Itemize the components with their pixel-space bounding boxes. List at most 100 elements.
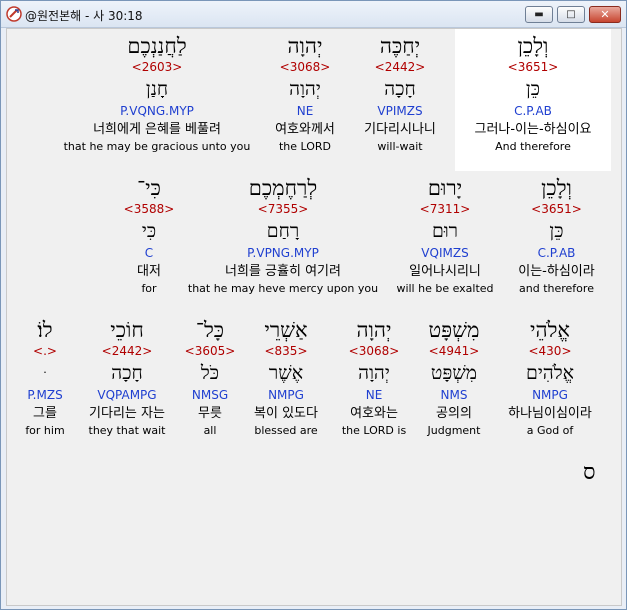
korean-gloss: 그를 (33, 406, 57, 421)
hebrew-word: לְרַחֶמְכֶם (248, 176, 318, 200)
strong-number[interactable]: <4941> (419, 343, 489, 361)
close-button[interactable]: ✕ (589, 6, 621, 23)
title-bar[interactable]: @원전본해 - 사 30:18 ▬ □ ✕ (1, 1, 626, 28)
word-cell[interactable]: כָּל־ <3605> כֹּל NMSG 무릇 all (181, 317, 239, 439)
lemma-word: כֹּל (200, 362, 220, 384)
lemma-word: כִּי (141, 220, 157, 242)
hebrew-word: לַחֲנַנְכֶם (127, 34, 187, 58)
korean-gloss: 너희를 긍휼히 여기려 (225, 264, 341, 279)
word-cell[interactable]: יְחַכֶּה <2442> חָכָה VPIMZS 기다리시나니 will… (351, 33, 449, 155)
english-gloss: for (141, 282, 157, 295)
strong-number[interactable]: <3068> (333, 343, 415, 361)
word-cell[interactable]: יְהוָה <3068> יְהוָה NE 여호와는 the LORD is (333, 317, 415, 439)
minimize-icon: ▬ (534, 9, 544, 20)
parsing-code: C.P.AB (537, 246, 576, 260)
korean-gloss: 무릇 (198, 406, 222, 421)
korean-gloss: 일어나시리니 (409, 264, 481, 279)
word-cell-selected[interactable]: וְלָכֵן <3651> כֵּן C.P.AB 그러나-이는-하심이요 A… (455, 29, 611, 171)
korean-gloss: 여호와께서 (275, 122, 335, 137)
parsing-code: P.VQNG.MYP (120, 104, 194, 118)
english-gloss: will he be exalted (396, 282, 494, 295)
hebrew-word: כָּל־ (195, 318, 225, 342)
english-gloss: Judgment (427, 424, 481, 437)
strong-number[interactable]: <430> (493, 343, 607, 361)
parsing-code: NMS (440, 388, 468, 402)
parsing-code: C (144, 246, 154, 260)
english-gloss: will-wait (377, 140, 423, 153)
strong-number[interactable]: <3651> (504, 201, 609, 219)
lemma-word: ּ (19, 361, 71, 387)
english-gloss: blessed are (254, 424, 318, 437)
strong-number[interactable]: <.> (19, 343, 71, 361)
word-cell[interactable]: אַשְׁרֵי <835> אֶשֶׁר NMPG 복이 있도다 blesse… (243, 317, 329, 439)
lemma-word: חָכָה (111, 362, 143, 384)
english-gloss: And therefore (495, 140, 571, 153)
strong-number[interactable]: <2442> (77, 343, 177, 361)
parsing-code: C.P.AB (514, 104, 552, 118)
hebrew-word: יְהוָה (356, 318, 392, 342)
app-window: @원전본해 - 사 30:18 ▬ □ ✕ לַחֲנַנְכֶם <2603>… (0, 0, 627, 610)
hebrew-word: יָרוּם (427, 176, 463, 200)
strong-number[interactable]: <7355> (183, 201, 383, 219)
hebrew-word: מִשְׁפָּט (428, 318, 480, 342)
strong-number[interactable]: <2442> (351, 59, 449, 77)
english-gloss: the LORD (278, 140, 332, 153)
parsing-code: NMPG (268, 388, 304, 402)
word-cell[interactable]: חוֹכֵי <2442> חָכָה VQPAMPG 기다리는 자는 they… (77, 317, 177, 439)
english-gloss: a God of (526, 424, 574, 437)
strong-number[interactable]: <3651> (455, 59, 611, 77)
parsing-code: VPIMZS (377, 104, 423, 118)
english-gloss: and therefore (519, 282, 594, 295)
word-cell[interactable]: יְהוָה <3068> יְהוָה NE 여호와께서 the LORD (265, 33, 345, 155)
parsing-code: NMPG (532, 388, 568, 402)
strong-number[interactable]: <3068> (265, 59, 345, 77)
word-cell[interactable]: מִשְׁפָּט <4941> מִשְׁפָּט NMS 공의의 Judgm… (419, 317, 489, 439)
parsing-code: NE (296, 104, 314, 118)
hebrew-word: וְלָכֵן (541, 176, 572, 200)
hebrew-word: וְלָכֵן (517, 34, 549, 58)
lemma-word: רוּם (431, 220, 459, 242)
maximize-button[interactable]: □ (557, 6, 585, 23)
korean-gloss: 기다리시나니 (364, 122, 436, 137)
parsing-code: P.MZS (27, 388, 63, 402)
lemma-word: חָכָה (384, 78, 416, 100)
parsing-code: VQPAMPG (97, 388, 157, 402)
lemma-word: יְהוָה (358, 362, 390, 384)
lemma-word: חָנַן (145, 78, 169, 100)
strong-number[interactable]: <835> (243, 343, 329, 361)
strong-number[interactable]: <3605> (181, 343, 239, 361)
hebrew-word: כִּי־ (137, 176, 161, 200)
english-gloss: they that wait (88, 424, 166, 437)
word-cell[interactable]: לַחֲנַנְכֶם <2603> חָנַן P.VQNG.MYP 너희에게… (57, 33, 257, 155)
word-cell[interactable]: לְרַחֶמְכֶם <7355> רָחַם P.VPNG.MYP 너희를 … (183, 175, 383, 297)
parsing-code: NMSG (191, 388, 229, 402)
korean-gloss: 공의의 (436, 406, 472, 421)
word-cell[interactable]: וְלָכֵן <3651> כֵּן C.P.AB 이는-하심이라 and t… (504, 175, 609, 297)
english-gloss: the LORD is (341, 424, 407, 437)
english-gloss: that he may heve mercy upon you (187, 282, 379, 295)
parsing-code: P.VPNG.MYP (247, 246, 319, 260)
interlinear-view[interactable]: לַחֲנַנְכֶם <2603> חָנַן P.VQNG.MYP 너희에게… (6, 28, 622, 606)
strong-number[interactable]: <7311> (391, 201, 499, 219)
korean-gloss: 대저 (137, 264, 161, 279)
korean-gloss: 기다리는 자는 (89, 406, 165, 421)
hebrew-word: אֱלֹהֵי (529, 318, 570, 342)
word-cell[interactable]: יָרוּם <7311> רוּם VQIMZS 일어나시리니 will he… (391, 175, 499, 297)
hebrew-word: חוֹכֵי (110, 318, 144, 342)
word-cell[interactable]: כִּי־ <3588> כִּי C 대저 for (109, 175, 189, 297)
hebrew-word: יְחַכֶּה (379, 34, 421, 58)
strong-number[interactable]: <2603> (57, 59, 257, 77)
strong-number[interactable]: <3588> (109, 201, 189, 219)
close-icon: ✕ (600, 8, 610, 21)
hebrew-word: אַשְׁרֵי (264, 318, 308, 342)
word-cell[interactable]: לוֹ׃ <.> ּ P.MZS 그를 for him (19, 317, 71, 439)
english-gloss: for him (25, 424, 65, 437)
korean-gloss: 그러나-이는-하심이요 (474, 122, 592, 137)
hebrew-word: יְהוָה (287, 34, 323, 58)
minimize-button[interactable]: ▬ (525, 6, 553, 23)
word-cell[interactable]: אֱלֹהֵי <430> אֱלֹהִים NMPG 하나님이심이라 a Go… (493, 317, 607, 439)
maximize-icon: □ (566, 9, 576, 20)
korean-gloss: 여호와는 (350, 406, 398, 421)
lemma-word: כֵּן (549, 220, 564, 242)
lemma-word: רָחַם (266, 220, 300, 242)
